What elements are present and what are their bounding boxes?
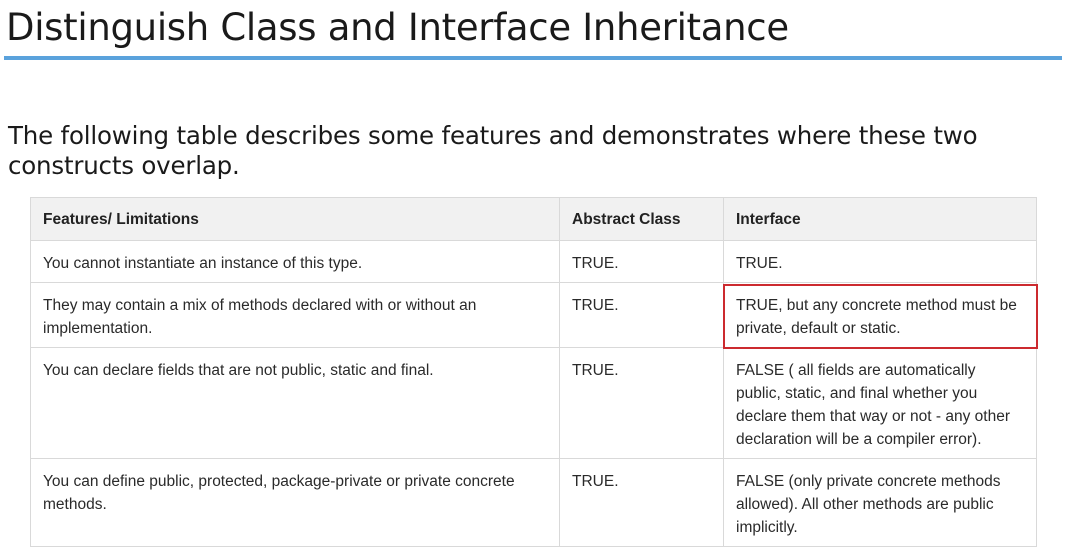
interface-cell: TRUE.: [723, 240, 1037, 283]
feature-cell: You can define public, protected, packag…: [30, 458, 560, 547]
feature-cell: You can declare fields that are not publ…: [30, 347, 560, 459]
table-row: You cannot instantiate an instance of th…: [30, 240, 1037, 283]
intro-paragraph: The following table describes some featu…: [8, 121, 978, 180]
comparison-table-container: Features/ Limitations Abstract Class Int…: [30, 197, 1038, 547]
title-underline: [4, 56, 1062, 60]
feature-cell: They may contain a mix of methods declar…: [30, 282, 560, 348]
table-row: You can declare fields that are not publ…: [30, 347, 1037, 459]
page-title: Distinguish Class and Interface Inherita…: [6, 6, 789, 49]
comparison-table: Features/ Limitations Abstract Class Int…: [30, 197, 1038, 547]
header-features: Features/ Limitations: [30, 197, 560, 241]
interface-cell-highlighted: TRUE, but any concrete method must be pr…: [723, 282, 1038, 349]
highlight-box: [723, 284, 1038, 349]
table-row: You can define public, protected, packag…: [30, 458, 1037, 547]
abstract-class-cell: TRUE.: [559, 458, 724, 547]
table-header-row: Features/ Limitations Abstract Class Int…: [30, 197, 1037, 241]
header-abstract-class: Abstract Class: [559, 197, 724, 241]
table-row: They may contain a mix of methods declar…: [30, 282, 1038, 349]
interface-cell: FALSE (only private concrete methods all…: [723, 458, 1037, 547]
abstract-class-cell: TRUE.: [559, 240, 724, 283]
header-interface: Interface: [723, 197, 1037, 241]
abstract-class-cell: TRUE.: [559, 347, 724, 459]
interface-cell-text: TRUE, but any concrete method must be pr…: [736, 297, 1017, 337]
feature-cell: You cannot instantiate an instance of th…: [30, 240, 560, 283]
interface-cell: FALSE ( all fields are automatically pub…: [723, 347, 1037, 459]
abstract-class-cell: TRUE.: [559, 282, 724, 348]
